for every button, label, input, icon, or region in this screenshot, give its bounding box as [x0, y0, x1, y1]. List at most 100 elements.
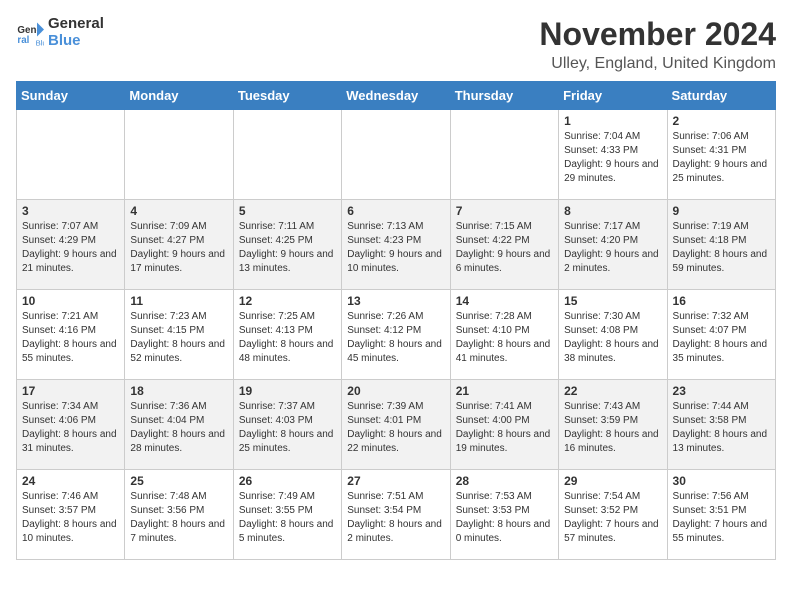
calendar-cell: 27 Sunrise: 7:51 AM Sunset: 3:54 PM Dayli… [342, 470, 450, 560]
day-number: 22 [564, 384, 661, 398]
day-info: Sunrise: 7:36 AM Sunset: 4:04 PM Dayligh… [130, 400, 227, 456]
calendar-cell: 3 Sunrise: 7:07 AM Sunset: 4:29 PM Daylig… [17, 200, 125, 290]
day-number: 21 [456, 384, 553, 398]
day-info: Sunrise: 7:32 AM Sunset: 4:07 PM Dayligh… [673, 310, 770, 366]
calendar-cell: 10 Sunrise: 7:21 AM Sunset: 4:16 PM Dayli… [17, 290, 125, 380]
title-area: November 2024 Ulley, England, United Kin… [539, 16, 776, 73]
weekday-header-saturday: Saturday [667, 82, 775, 110]
day-info: Sunrise: 7:09 AM Sunset: 4:27 PM Dayligh… [130, 220, 227, 276]
day-info: Sunrise: 7:53 AM Sunset: 3:53 PM Dayligh… [456, 490, 553, 546]
calendar-cell [125, 110, 233, 200]
calendar-cell: 26Sunrise: 7:49 AM Sunset: 3:55 PM Dayli… [233, 470, 341, 560]
day-number: 6 [347, 204, 444, 218]
calendar-week-row: 17Sunrise: 7:34 AM Sunset: 4:06 PM Dayli… [17, 380, 776, 470]
day-number: 17 [22, 384, 119, 398]
weekday-header-friday: Friday [559, 82, 667, 110]
calendar-week-row: 3 Sunrise: 7:07 AM Sunset: 4:29 PM Daylig… [17, 200, 776, 290]
day-info: Sunrise: 7:54 AM Sunset: 3:52 PM Dayligh… [564, 490, 661, 546]
calendar-cell: 8Sunrise: 7:17 AM Sunset: 4:20 PM Daylig… [559, 200, 667, 290]
day-info: Sunrise: 7:26 AM Sunset: 4:12 PM Dayligh… [347, 310, 444, 366]
day-info: Sunrise: 7:56 AM Sunset: 3:51 PM Dayligh… [673, 490, 770, 546]
calendar-cell [233, 110, 341, 200]
calendar-cell: 19 Sunrise: 7:37 AM Sunset: 4:03 PM Dayli… [233, 380, 341, 470]
day-info: Sunrise: 7:15 AM Sunset: 4:22 PM Dayligh… [456, 220, 553, 276]
calendar-cell: 21 Sunrise: 7:41 AM Sunset: 4:00 PM Dayli… [450, 380, 558, 470]
day-info: Sunrise: 7:49 AM Sunset: 3:55 PM Dayligh… [239, 490, 336, 546]
weekday-header-tuesday: Tuesday [233, 82, 341, 110]
calendar-cell: 2 Sunrise: 7:06 AM Sunset: 4:31 PM Daylig… [667, 110, 775, 200]
calendar-cell: 17Sunrise: 7:34 AM Sunset: 4:06 PM Dayli… [17, 380, 125, 470]
day-info: Sunrise: 7:44 AM Sunset: 3:58 PM Dayligh… [673, 400, 770, 456]
calendar-cell [17, 110, 125, 200]
day-info: Sunrise: 7:28 AM Sunset: 4:10 PM Dayligh… [456, 310, 553, 366]
day-info: Sunrise: 7:43 AM Sunset: 3:59 PM Dayligh… [564, 400, 661, 456]
calendar-cell: 25 Sunrise: 7:48 AM Sunset: 3:56 PM Dayli… [125, 470, 233, 560]
day-number: 16 [673, 294, 770, 308]
day-number: 29 [564, 474, 661, 488]
weekday-header-wednesday: Wednesday [342, 82, 450, 110]
day-number: 7 [456, 204, 553, 218]
weekday-header-monday: Monday [125, 82, 233, 110]
calendar-cell: 4 Sunrise: 7:09 AM Sunset: 4:27 PM Daylig… [125, 200, 233, 290]
day-info: Sunrise: 7:39 AM Sunset: 4:01 PM Dayligh… [347, 400, 444, 456]
svg-text:ral: ral [17, 34, 29, 45]
day-number: 4 [130, 204, 227, 218]
day-number: 27 [347, 474, 444, 488]
day-info: Sunrise: 7:13 AM Sunset: 4:23 PM Dayligh… [347, 220, 444, 276]
calendar-cell: 24 Sunrise: 7:46 AM Sunset: 3:57 PM Dayli… [17, 470, 125, 560]
logo-line2: Blue [48, 33, 104, 50]
day-number: 19 [239, 384, 336, 398]
calendar-cell: 11 Sunrise: 7:23 AM Sunset: 4:15 PM Dayli… [125, 290, 233, 380]
calendar-week-row: 10 Sunrise: 7:21 AM Sunset: 4:16 PM Dayli… [17, 290, 776, 380]
calendar-cell: 30Sunrise: 7:56 AM Sunset: 3:51 PM Dayli… [667, 470, 775, 560]
day-number: 3 [22, 204, 119, 218]
calendar-cell: 16 Sunrise: 7:32 AM Sunset: 4:07 PM Dayli… [667, 290, 775, 380]
day-number: 25 [130, 474, 227, 488]
day-info: Sunrise: 7:30 AM Sunset: 4:08 PM Dayligh… [564, 310, 661, 366]
calendar-cell [342, 110, 450, 200]
day-number: 11 [130, 294, 227, 308]
day-number: 12 [239, 294, 336, 308]
day-number: 5 [239, 204, 336, 218]
calendar-cell: 6 Sunrise: 7:13 AM Sunset: 4:23 PM Daylig… [342, 200, 450, 290]
calendar-cell: 20Sunrise: 7:39 AM Sunset: 4:01 PM Dayli… [342, 380, 450, 470]
weekday-header-sunday: Sunday [17, 82, 125, 110]
day-info: Sunrise: 7:21 AM Sunset: 4:16 PM Dayligh… [22, 310, 119, 366]
day-info: Sunrise: 7:46 AM Sunset: 3:57 PM Dayligh… [22, 490, 119, 546]
day-number: 23 [673, 384, 770, 398]
calendar-table: SundayMondayTuesdayWednesdayThursdayFrid… [16, 81, 776, 560]
calendar-cell: 5Sunrise: 7:11 AM Sunset: 4:25 PM Daylig… [233, 200, 341, 290]
day-info: Sunrise: 7:17 AM Sunset: 4:20 PM Dayligh… [564, 220, 661, 276]
day-number: 14 [456, 294, 553, 308]
day-number: 24 [22, 474, 119, 488]
calendar-cell: 13Sunrise: 7:26 AM Sunset: 4:12 PM Dayli… [342, 290, 450, 380]
weekday-header-thursday: Thursday [450, 82, 558, 110]
day-info: Sunrise: 7:23 AM Sunset: 4:15 PM Dayligh… [130, 310, 227, 366]
header: Gene ral Blue General Blue November 2024… [16, 16, 776, 73]
day-info: Sunrise: 7:41 AM Sunset: 4:00 PM Dayligh… [456, 400, 553, 456]
day-info: Sunrise: 7:07 AM Sunset: 4:29 PM Dayligh… [22, 220, 119, 276]
svg-text:Blue: Blue [36, 38, 44, 46]
day-info: Sunrise: 7:48 AM Sunset: 3:56 PM Dayligh… [130, 490, 227, 546]
calendar-cell: 14 Sunrise: 7:28 AM Sunset: 4:10 PM Dayli… [450, 290, 558, 380]
logo-line1: General [48, 16, 104, 33]
day-info: Sunrise: 7:06 AM Sunset: 4:31 PM Dayligh… [673, 130, 770, 186]
day-number: 10 [22, 294, 119, 308]
day-number: 1 [564, 114, 661, 128]
day-info: Sunrise: 7:51 AM Sunset: 3:54 PM Dayligh… [347, 490, 444, 546]
month-title: November 2024 [539, 16, 776, 53]
calendar-cell: 7 Sunrise: 7:15 AM Sunset: 4:22 PM Daylig… [450, 200, 558, 290]
calendar-cell: 1Sunrise: 7:04 AM Sunset: 4:33 PM Daylig… [559, 110, 667, 200]
calendar-week-row: 24 Sunrise: 7:46 AM Sunset: 3:57 PM Dayli… [17, 470, 776, 560]
calendar-cell: 18Sunrise: 7:36 AM Sunset: 4:04 PM Dayli… [125, 380, 233, 470]
day-number: 28 [456, 474, 553, 488]
day-info: Sunrise: 7:19 AM Sunset: 4:18 PM Dayligh… [673, 220, 770, 276]
calendar-cell [450, 110, 558, 200]
calendar-cell: 29 Sunrise: 7:54 AM Sunset: 3:52 PM Dayli… [559, 470, 667, 560]
location-title: Ulley, England, United Kingdom [539, 55, 776, 73]
logo: Gene ral Blue General Blue [16, 16, 104, 49]
day-info: Sunrise: 7:37 AM Sunset: 4:03 PM Dayligh… [239, 400, 336, 456]
day-number: 2 [673, 114, 770, 128]
calendar-cell: 23 Sunrise: 7:44 AM Sunset: 3:58 PM Dayli… [667, 380, 775, 470]
day-number: 15 [564, 294, 661, 308]
